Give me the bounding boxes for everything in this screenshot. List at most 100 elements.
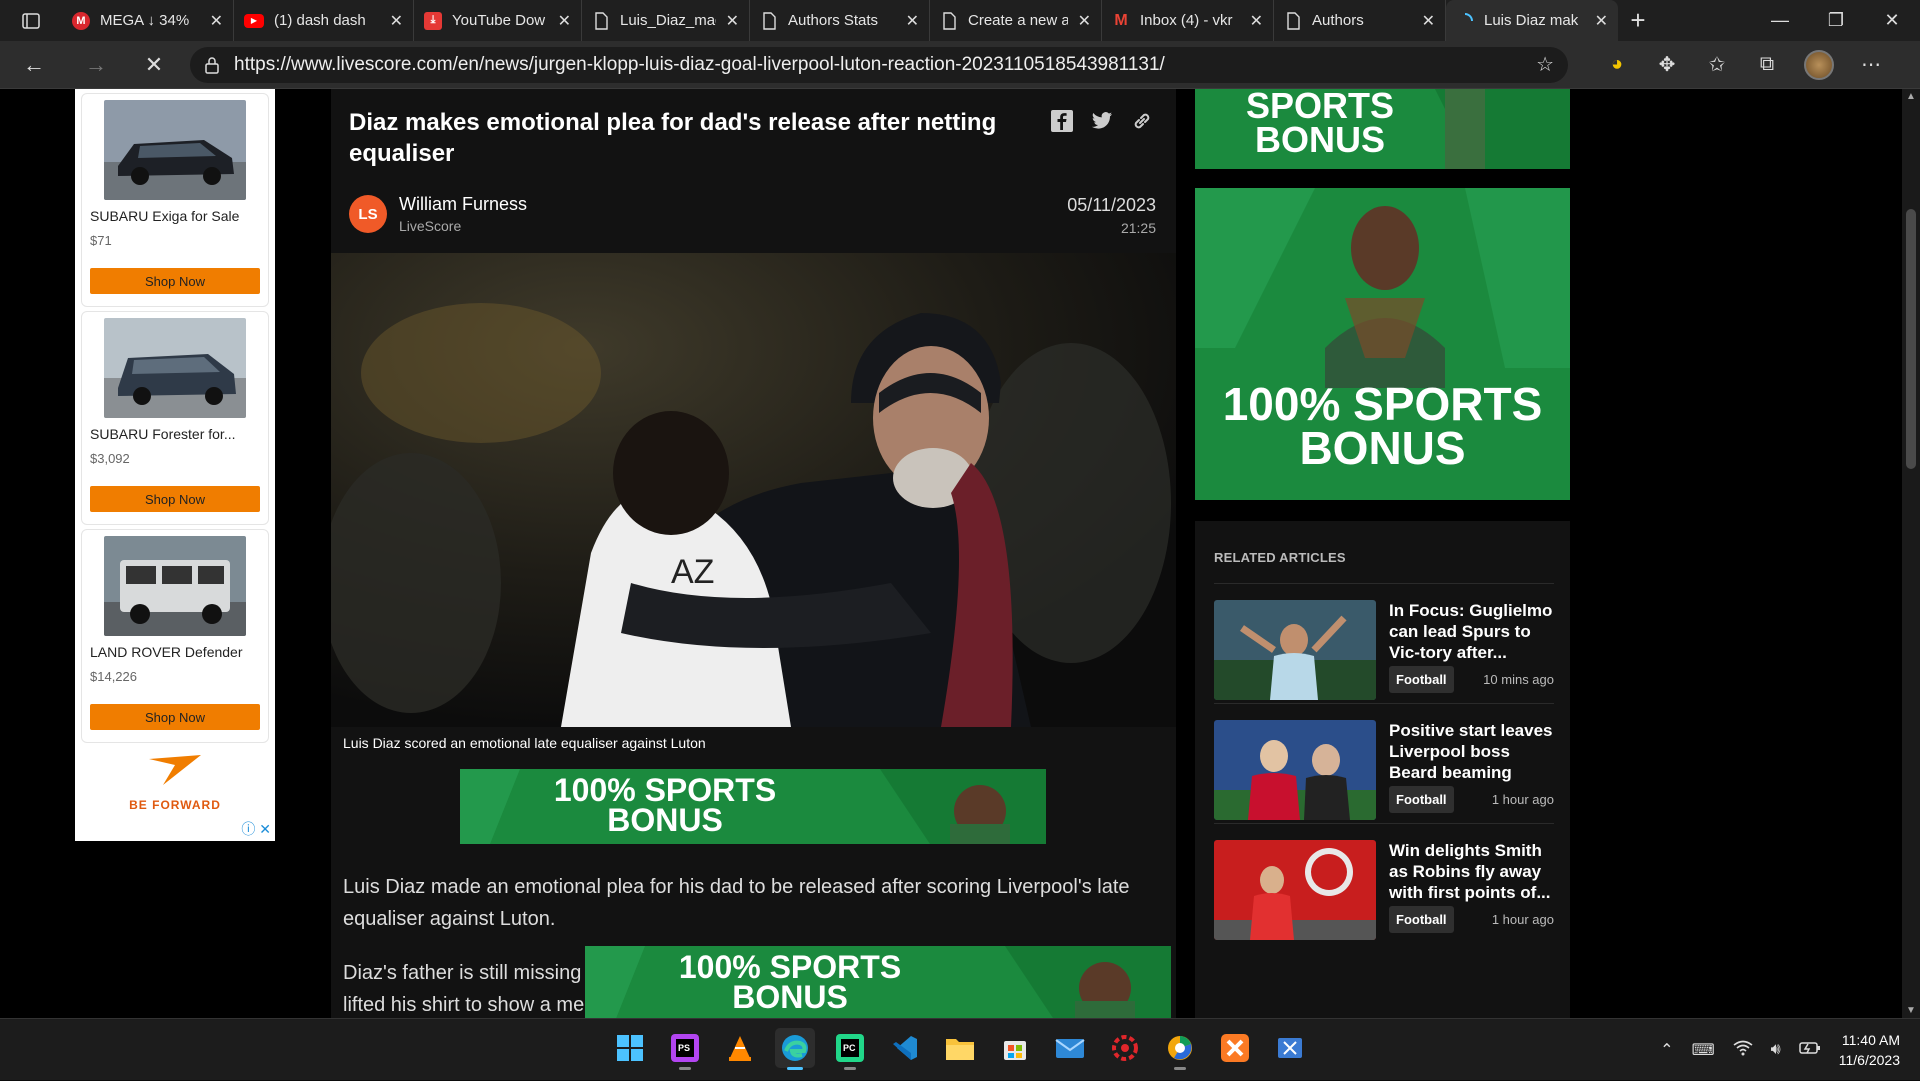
taskbar-snipping[interactable] [1270, 1028, 1310, 1068]
tab-youtube-downloader[interactable]: ⤓ YouTube Dow ✕ [414, 0, 582, 41]
shop-now-button[interactable]: Shop Now [90, 268, 260, 294]
favorites-icon[interactable]: ✩ [1704, 52, 1730, 78]
shop-now-button[interactable]: Shop Now [90, 486, 260, 512]
tab-active-livescore[interactable]: Luis Diaz mak ✕ [1446, 0, 1618, 41]
close-icon[interactable]: ✕ [390, 11, 403, 31]
ad-item-subaru-exiga[interactable]: SUBARU Exiga for Sale $71 Shop Now [81, 93, 269, 307]
taskbar-vlc[interactable] [720, 1028, 760, 1068]
related-thumbnail[interactable] [1214, 720, 1376, 820]
add-favorite-icon[interactable]: ☆ [1536, 52, 1554, 77]
taskbar-edge[interactable] [775, 1028, 815, 1070]
taskbar-xampp[interactable] [1215, 1028, 1255, 1068]
address-bar[interactable]: https://www.livescore.com/en/news/jurgen… [190, 46, 1568, 83]
taskbar-clock[interactable]: 11:40 AM 11/6/2023 [1839, 1030, 1900, 1070]
stop-loading-button[interactable]: ✕ [132, 45, 176, 85]
chevron-up-icon[interactable]: ⌃ [1660, 1040, 1673, 1060]
ad-item-land-rover[interactable]: LAND ROVER Defender $14,226 Shop Now [81, 529, 269, 743]
collections-icon[interactable]: ⧉ [1754, 52, 1780, 78]
category-tag[interactable]: Football [1389, 786, 1454, 813]
related-articles-header: RELATED ARTICLES [1214, 550, 1346, 565]
shop-now-button[interactable]: Shop Now [90, 704, 260, 730]
category-tag[interactable]: Football [1389, 906, 1454, 933]
adchoices-icon[interactable]: ⓘ ✕ [241, 819, 271, 839]
mega-icon: M [72, 11, 90, 30]
right-large-banner[interactable]: 100% SPORTS BONUS [1195, 188, 1570, 500]
sports-bonus-banner[interactable]: 100% SPORTS BONUS [460, 769, 1046, 844]
tab-authors[interactable]: Authors ✕ [1274, 0, 1446, 41]
taskbar-phpstorm[interactable]: PS [665, 1028, 705, 1070]
author-name[interactable]: William Furness [399, 194, 527, 215]
start-button[interactable] [610, 1028, 650, 1068]
tab-gmail-inbox[interactable]: M Inbox (4) - vkr ✕ [1102, 0, 1274, 41]
taskbar-file-explorer[interactable] [940, 1028, 980, 1068]
close-icon[interactable]: ✕ [1078, 11, 1091, 31]
ad-item-subaru-forester[interactable]: SUBARU Forester for... $3,092 Shop Now [81, 311, 269, 525]
scroll-down-icon[interactable]: ▼ [1906, 1005, 1916, 1016]
back-button[interactable]: ← [12, 45, 56, 85]
scroll-up-icon[interactable]: ▲ [1906, 91, 1916, 102]
minimize-button[interactable]: — [1752, 0, 1808, 41]
close-icon[interactable]: ✕ [726, 11, 739, 31]
wifi-icon[interactable] [1733, 1040, 1753, 1061]
tab-actions-button[interactable] [0, 0, 62, 41]
close-icon[interactable]: ✕ [210, 11, 223, 31]
tab-create-new[interactable]: Create a new a ✕ [930, 0, 1102, 41]
right-top-banner[interactable]: SPORTS BONUS [1195, 89, 1570, 169]
tab-youtube[interactable]: ▶ (1) dash dash ✕ [234, 0, 414, 41]
related-headline[interactable]: Win delights Smith as Robins fly away wi… [1389, 840, 1554, 903]
svg-text:PC: PC [843, 1043, 856, 1053]
restore-button[interactable]: ❐ [1808, 0, 1864, 41]
taskbar-mail[interactable] [1050, 1028, 1090, 1068]
tab-title: Inbox (4) - vkr [1140, 12, 1233, 29]
extension-colorful-icon[interactable]: ◕ [1604, 52, 1630, 78]
taskbar-app-red[interactable] [1105, 1028, 1145, 1068]
category-tag[interactable]: Football [1389, 666, 1454, 693]
tab-actions-icon [22, 12, 40, 29]
tab-authors-stats[interactable]: Authors Stats ✕ [750, 0, 930, 41]
ad-item-name[interactable]: SUBARU Exiga for Sale [90, 208, 260, 224]
close-icon[interactable]: ✕ [558, 11, 571, 31]
close-icon[interactable]: ✕ [1595, 11, 1608, 31]
be-forward-logo[interactable]: BE FORWARD [75, 751, 275, 812]
taskbar-vscode[interactable] [885, 1028, 925, 1068]
svg-text:PS: PS [678, 1043, 690, 1053]
ad-item-name[interactable]: LAND ROVER Defender [90, 644, 260, 660]
related-item[interactable]: Win delights Smith as Robins fly away wi… [1214, 823, 1554, 943]
clock-date: 11/6/2023 [1838, 1052, 1900, 1068]
url-text[interactable]: https://www.livescore.com/en/news/jurgen… [234, 54, 1522, 76]
taskbar-chrome-canary[interactable] [1160, 1028, 1200, 1070]
page-scrollbar[interactable]: ▲ ▼ [1902, 89, 1920, 1018]
twitter-icon[interactable] [1090, 109, 1114, 133]
sports-bonus-floating-banner[interactable]: 100% SPORTS BONUS [585, 946, 1171, 1018]
profile-avatar[interactable] [1804, 49, 1834, 80]
facebook-icon[interactable] [1050, 109, 1074, 133]
link-icon[interactable] [1130, 109, 1154, 133]
close-icon[interactable]: ✕ [1422, 11, 1435, 31]
related-headline[interactable]: Positive start leaves Liverpool boss Bea… [1389, 720, 1554, 783]
forward-button[interactable]: → [74, 45, 118, 85]
close-icon[interactable]: ✕ [906, 11, 919, 31]
ad-item-name[interactable]: SUBARU Forester for... [90, 426, 260, 442]
related-thumbnail[interactable] [1214, 600, 1376, 700]
edge-icon [782, 1035, 808, 1061]
close-window-button[interactable]: ✕ [1864, 0, 1920, 41]
new-tab-button[interactable]: + [1618, 5, 1658, 36]
related-thumbnail[interactable] [1214, 840, 1376, 940]
tab-luis-diaz-doc[interactable]: Luis_Diaz_mad ✕ [582, 0, 750, 41]
taskbar-pycharm[interactable]: PC [830, 1028, 870, 1070]
related-headline[interactable]: In Focus: Guglielmo can lead Spurs to Vi… [1389, 600, 1554, 663]
related-item[interactable]: In Focus: Guglielmo can lead Spurs to Vi… [1214, 583, 1554, 703]
more-menu-icon[interactable]: ⋯ [1858, 52, 1884, 78]
close-ad-icon[interactable]: ✕ [259, 821, 271, 837]
tab-strip: M MEGA ↓ 34% ✕ ▶ (1) dash dash ✕ ⤓ YouTu… [0, 0, 1920, 41]
scrollbar-thumb[interactable] [1906, 209, 1916, 469]
related-item[interactable]: Positive start leaves Liverpool boss Bea… [1214, 703, 1554, 823]
left-ad-panel[interactable]: SUBARU Exiga for Sale $71 Shop Now SUBAR… [75, 89, 275, 841]
close-icon[interactable]: ✕ [1250, 11, 1263, 31]
keyboard-icon[interactable]: ⌨ [1692, 1040, 1715, 1060]
extensions-puzzle-icon[interactable]: ✥ [1654, 52, 1680, 78]
volume-icon[interactable]: 🔊︎ [1771, 1041, 1781, 1059]
tab-mega[interactable]: M MEGA ↓ 34% ✕ [62, 0, 234, 41]
taskbar-store[interactable] [995, 1028, 1035, 1068]
battery-icon[interactable] [1799, 1041, 1821, 1060]
